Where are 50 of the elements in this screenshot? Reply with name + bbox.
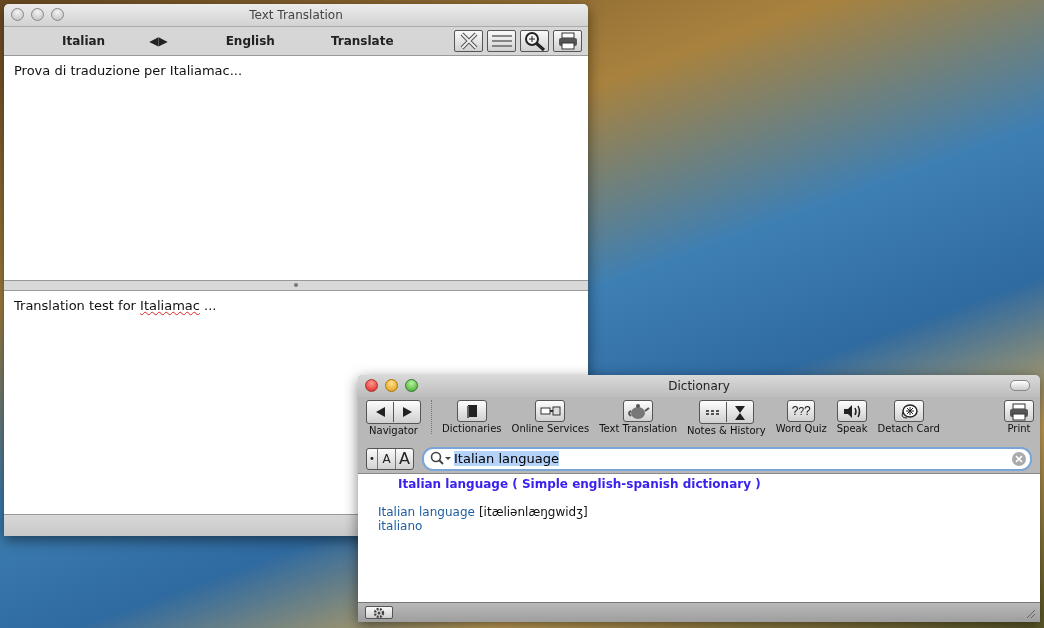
search-icon: [430, 450, 452, 467]
forward-arrow-icon: [402, 407, 412, 417]
action-button[interactable]: [365, 606, 393, 619]
navigator-control[interactable]: [366, 400, 421, 424]
font-size-control[interactable]: • A A: [366, 447, 414, 470]
online-button[interactable]: [535, 400, 566, 422]
toolbar-label: Speak: [836, 423, 868, 434]
window-title: Text Translation: [248, 8, 344, 22]
zoom-button[interactable]: [51, 8, 64, 21]
printer-button[interactable]: [553, 30, 582, 52]
toolbar-label: Notes & History: [687, 425, 766, 436]
translation-text: italiano: [378, 519, 424, 533]
source-language-menu[interactable]: Italian: [44, 34, 144, 48]
search-field[interactable]: Italian language: [422, 446, 1032, 471]
teapot-button[interactable]: [623, 400, 654, 422]
zoom-button[interactable]: [405, 379, 418, 392]
magnifier-icon: [522, 30, 547, 52]
toolbar-toggle-button[interactable]: [1010, 380, 1030, 391]
toolbar-label: Text Translation: [599, 423, 677, 434]
toolbar-label: Dictionaries: [442, 423, 502, 434]
toolbar-label: Print: [1007, 423, 1031, 434]
print-button[interactable]: [1004, 400, 1034, 422]
translate-button[interactable]: Translate: [312, 34, 432, 48]
toolbar-label: Online Services: [511, 423, 590, 434]
minimize-button[interactable]: [31, 8, 44, 21]
teapot-icon: [626, 401, 651, 421]
magnifier-button[interactable]: [520, 30, 549, 52]
notes-history-control[interactable]: [698, 400, 754, 424]
translated-text: Translation test for Italiamac ...: [14, 297, 218, 313]
detach-button[interactable]: [893, 400, 924, 422]
list-button[interactable]: [487, 30, 516, 52]
clear-button[interactable]: [454, 30, 483, 52]
source-text: Prova di traduzione per Italiamac...: [14, 63, 244, 78]
divider-handle-icon: [294, 283, 298, 287]
speak-button[interactable]: [837, 400, 868, 422]
target-language-menu[interactable]: English: [207, 34, 313, 48]
dictionaries-button[interactable]: [456, 400, 487, 422]
minimize-button[interactable]: [385, 379, 398, 392]
back-arrow-icon: [375, 407, 385, 417]
notes-icon: [706, 409, 720, 415]
gear-icon: [373, 606, 385, 619]
close-button[interactable]: [11, 8, 24, 21]
toolbar-label: Word Quiz: [775, 423, 827, 434]
swap-languages-button[interactable]: ◀▶: [143, 34, 208, 48]
printer-icon: [1007, 401, 1031, 421]
window-title: Dictionary: [667, 379, 731, 393]
toolbar-label: Navigator: [369, 425, 418, 436]
close-button[interactable]: [365, 379, 378, 392]
source-text-area[interactable]: Prova di traduzione per Italiamac...: [4, 56, 588, 280]
toolbar-label: Detach Card: [877, 423, 940, 434]
